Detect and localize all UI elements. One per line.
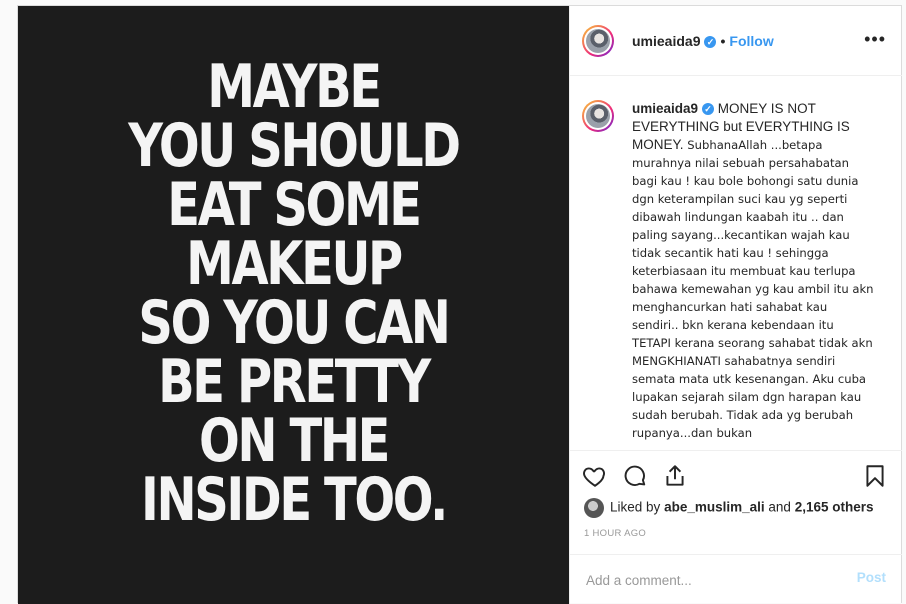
caption-body: SubhanaAllah ...betapa murahnya nilai se… [632, 138, 874, 440]
post-image[interactable]: MAYBE YOU SHOULD EAT SOME MAKEUP SO YOU … [18, 6, 569, 604]
likes-summary: Liked by abe_muslim_ali and 2,165 others [584, 498, 873, 522]
quote-line: YOU SHOULD [128, 111, 461, 181]
caption-username[interactable]: umieaida9 [632, 101, 698, 116]
image-quote: MAYBE YOU SHOULD EAT SOME MAKEUP SO YOU … [73, 52, 514, 535]
follow-button[interactable]: Follow [729, 33, 773, 49]
action-bar [570, 450, 902, 502]
comment-icon[interactable] [622, 463, 648, 489]
others-count[interactable]: 2,165 others [795, 500, 874, 515]
caption-avatar[interactable] [582, 100, 614, 132]
verified-badge-icon: ✓ [704, 36, 717, 49]
post-header: umieaida9 ✓ • Follow ••• [570, 6, 902, 76]
instagram-post: MAYBE YOU SHOULD EAT SOME MAKEUP SO YOU … [17, 5, 902, 604]
verified-badge-icon: ✓ [702, 103, 715, 116]
quote-line: EAT SOME [167, 170, 422, 240]
likes-prefix: Liked by [610, 499, 661, 515]
more-options-icon[interactable]: ••• [864, 30, 886, 48]
share-icon[interactable] [662, 463, 688, 489]
quote-line: ON THE [199, 406, 390, 476]
post-comment-button[interactable]: Post [857, 570, 886, 585]
timestamp[interactable]: 1 HOUR AGO [584, 528, 646, 539]
page: MAYBE YOU SHOULD EAT SOME MAKEUP SO YOU … [0, 0, 906, 604]
liker-avatar[interactable] [584, 498, 604, 518]
quote-line: SO YOU CAN [138, 288, 451, 358]
comment-input[interactable] [584, 569, 838, 591]
quote-line: MAYBE [207, 52, 382, 122]
separator-dot: • [720, 33, 726, 49]
quote-line: INSIDE TOO. [141, 465, 448, 535]
add-comment-bar: Post [570, 554, 902, 604]
header-user: umieaida9 ✓ • Follow [632, 33, 774, 49]
comments-section[interactable]: umieaida9 ✓ MONEY IS NOT EVERYTHING but E… [570, 76, 902, 450]
heart-icon[interactable] [582, 463, 608, 489]
quote-line: BE PRETTY [158, 347, 431, 417]
post-sidebar: umieaida9 ✓ • Follow ••• umieaida9 ✓ MONEY I… [569, 6, 902, 604]
avatar[interactable] [582, 25, 614, 57]
quote-line: MAKEUP [186, 229, 403, 299]
likes-and: and [768, 499, 791, 515]
post-caption: umieaida9 ✓ MONEY IS NOT EVERYTHING but E… [632, 100, 876, 442]
username-link[interactable]: umieaida9 [632, 33, 700, 49]
bookmark-icon[interactable] [862, 463, 888, 489]
liker-username[interactable]: abe_muslim_ali [664, 500, 765, 515]
